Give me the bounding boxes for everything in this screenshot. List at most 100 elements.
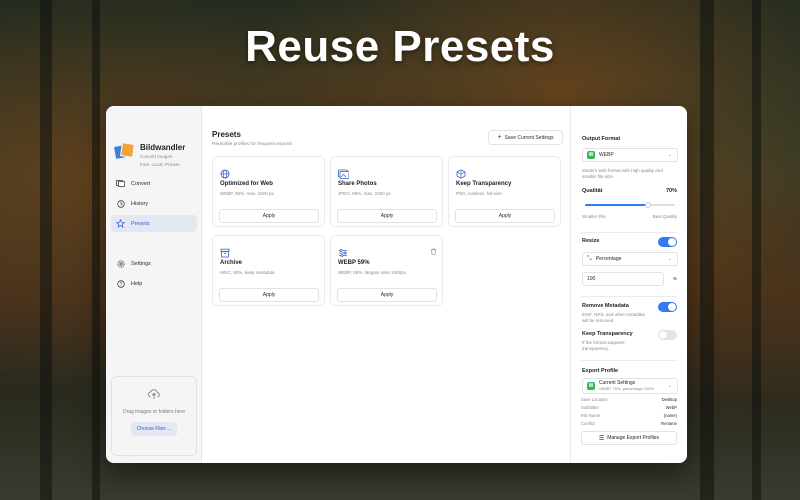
app-name: Bildwandler: [140, 143, 186, 152]
preset-title: Keep Transparency: [456, 181, 512, 187]
remove-metadata-label: Remove Metadata: [582, 303, 629, 309]
app-logo-icon: [112, 142, 135, 162]
export-profile-select[interactable]: W Current Settings WEBP, 70%, percentage…: [582, 378, 678, 394]
apply-preset-button[interactable]: Apply: [337, 288, 437, 302]
setting-key: Conflict: [581, 421, 595, 426]
chevron-down-icon: ⌄: [667, 256, 672, 262]
quality-value: 70%: [665, 188, 677, 194]
preset-description: WEBP, 80%, max. 1600 px: [220, 191, 274, 196]
setting-value: Desktop: [661, 397, 677, 402]
archive-icon: [220, 245, 230, 258]
keep-transparency-description: If the format supports transparency.: [582, 340, 625, 351]
resize-amount-input[interactable]: 100: [582, 272, 664, 286]
keep-transparency-toggle[interactable]: [658, 330, 677, 340]
remove-metadata-toggle[interactable]: [658, 302, 677, 312]
apply-preset-button[interactable]: Apply: [219, 209, 319, 223]
sidebar-item-label: History: [131, 200, 149, 207]
sidebar: Bildwandler Convert images. Fast. Local.…: [106, 106, 202, 463]
choose-files-button[interactable]: Choose Files ...: [130, 422, 178, 436]
share-photos-icon: [338, 166, 350, 179]
output-format-label: Output Format: [582, 136, 621, 142]
layers-icon: [456, 166, 466, 179]
help-icon: ?: [116, 279, 125, 288]
output-format-value: WEBP: [599, 152, 614, 158]
quality-slider[interactable]: [585, 202, 675, 208]
export-setting-row: Save Location Desktop: [581, 397, 677, 402]
quality-slider-knob[interactable]: [645, 202, 651, 208]
keep-transparency-label: Keep Transparency: [582, 331, 633, 337]
file-dropzone[interactable]: Drag images or folders here Choose Files…: [111, 376, 197, 456]
resize-label: Resize: [582, 238, 600, 244]
export-profile-label: Export Profile: [582, 368, 619, 374]
star-icon: [116, 219, 125, 228]
apply-preset-button[interactable]: Apply: [337, 209, 437, 223]
manage-export-profiles-label: Manage Export Profiles: [607, 435, 660, 441]
history-icon: [116, 199, 125, 208]
format-badge: W: [587, 151, 595, 159]
sidebar-item-presets[interactable]: Presets: [111, 215, 197, 232]
chevron-down-icon: ⌄: [667, 383, 672, 389]
preset-title: Share Photos: [338, 181, 377, 187]
export-setting-row: Subfolder WebP: [581, 405, 677, 410]
preset-title: WEBP 59%: [338, 260, 370, 266]
preset-card-share-photos: Share Photos JPEG, 86%, max. 2400 px App…: [330, 156, 443, 227]
save-current-settings-button[interactable]: + Save Current Settings: [488, 130, 563, 145]
chevron-down-icon: ⌄: [667, 152, 672, 158]
app-header: Bildwandler Convert images. Fast. Local.…: [112, 142, 186, 168]
save-current-settings-label: Save Current Settings: [504, 134, 554, 141]
divider: [581, 232, 677, 233]
sidebar-item-history[interactable]: History: [111, 195, 197, 212]
output-format-description: Modern web format with high quality and …: [582, 168, 663, 179]
apply-preset-button[interactable]: Apply: [455, 209, 555, 223]
page-subtitle: Reusable profiles for frequent exports: [212, 142, 292, 147]
resize-mode-select[interactable]: ⤡ Percentage ⌄: [582, 252, 678, 266]
sidebar-item-help[interactable]: ? Help: [111, 275, 197, 292]
list-icon: ☰: [598, 435, 605, 442]
export-profile-current-desc: WEBP, 70%, percentage 100%: [599, 386, 655, 391]
plus-icon: +: [497, 134, 502, 141]
resize-toggle[interactable]: [658, 237, 677, 247]
sidebar-item-label: Settings: [131, 260, 151, 267]
resize-mode-icon: ⤡: [587, 255, 592, 262]
divider: [581, 296, 677, 297]
preset-card-optimized-web: Optimized for Web WEBP, 80%, max. 1600 p…: [212, 156, 325, 227]
quality-label: Qualität: [582, 188, 603, 194]
app-tagline: Convert images.: [140, 154, 174, 159]
format-badge: W: [587, 382, 595, 390]
background-tree: [40, 0, 52, 500]
preset-description: HEIC, 90%, keep metadata: [220, 270, 275, 275]
svg-text:?: ?: [119, 281, 122, 287]
headline: Reuse Presets: [245, 22, 555, 71]
preset-card-keep-transparency: Keep Transparency PNG, lossless, full si…: [448, 156, 561, 227]
export-setting-row: Conflict Rename: [581, 421, 677, 426]
delete-preset-icon[interactable]: [430, 242, 437, 255]
cloud-upload-icon: [112, 387, 196, 405]
app-window: Bildwandler Convert images. Fast. Local.…: [106, 106, 687, 463]
divider: [581, 360, 677, 361]
resize-amount-value: 100: [587, 276, 596, 282]
preset-description: JPEG, 86%, max. 2400 px: [338, 191, 391, 196]
sidebar-item-label: Convert: [131, 180, 151, 187]
sidebar-item-settings[interactable]: Settings: [111, 255, 197, 272]
background-tree: [752, 0, 761, 500]
preset-title: Optimized for Web: [220, 181, 273, 187]
dropzone-text: Drag images or folders here: [123, 409, 185, 415]
setting-value: WebP: [665, 405, 677, 410]
sidebar-item-label: Help: [131, 280, 143, 287]
preset-card-archive: Archive HEIC, 90%, keep metadata Apply: [212, 235, 325, 306]
output-format-select[interactable]: W WEBP ⌄: [582, 148, 678, 162]
resize-mode-value: Percentage: [595, 256, 622, 262]
sidebar-item-convert[interactable]: Convert: [111, 175, 197, 192]
resize-unit: %: [672, 276, 677, 281]
globe-icon: [220, 166, 230, 179]
setting-key: Subfolder: [581, 405, 599, 410]
quality-min-label: Smaller File: [582, 214, 606, 219]
sidebar-item-label: Presets: [131, 220, 150, 227]
preset-title: Archive: [220, 260, 243, 266]
apply-preset-button[interactable]: Apply: [219, 288, 319, 302]
gear-icon: [116, 259, 125, 268]
manage-export-profiles-button[interactable]: ☰ Manage Export Profiles: [581, 431, 677, 445]
setting-value: {name}: [663, 413, 677, 418]
setting-key: Save Location: [581, 397, 608, 402]
page-title: Presets: [212, 130, 241, 139]
